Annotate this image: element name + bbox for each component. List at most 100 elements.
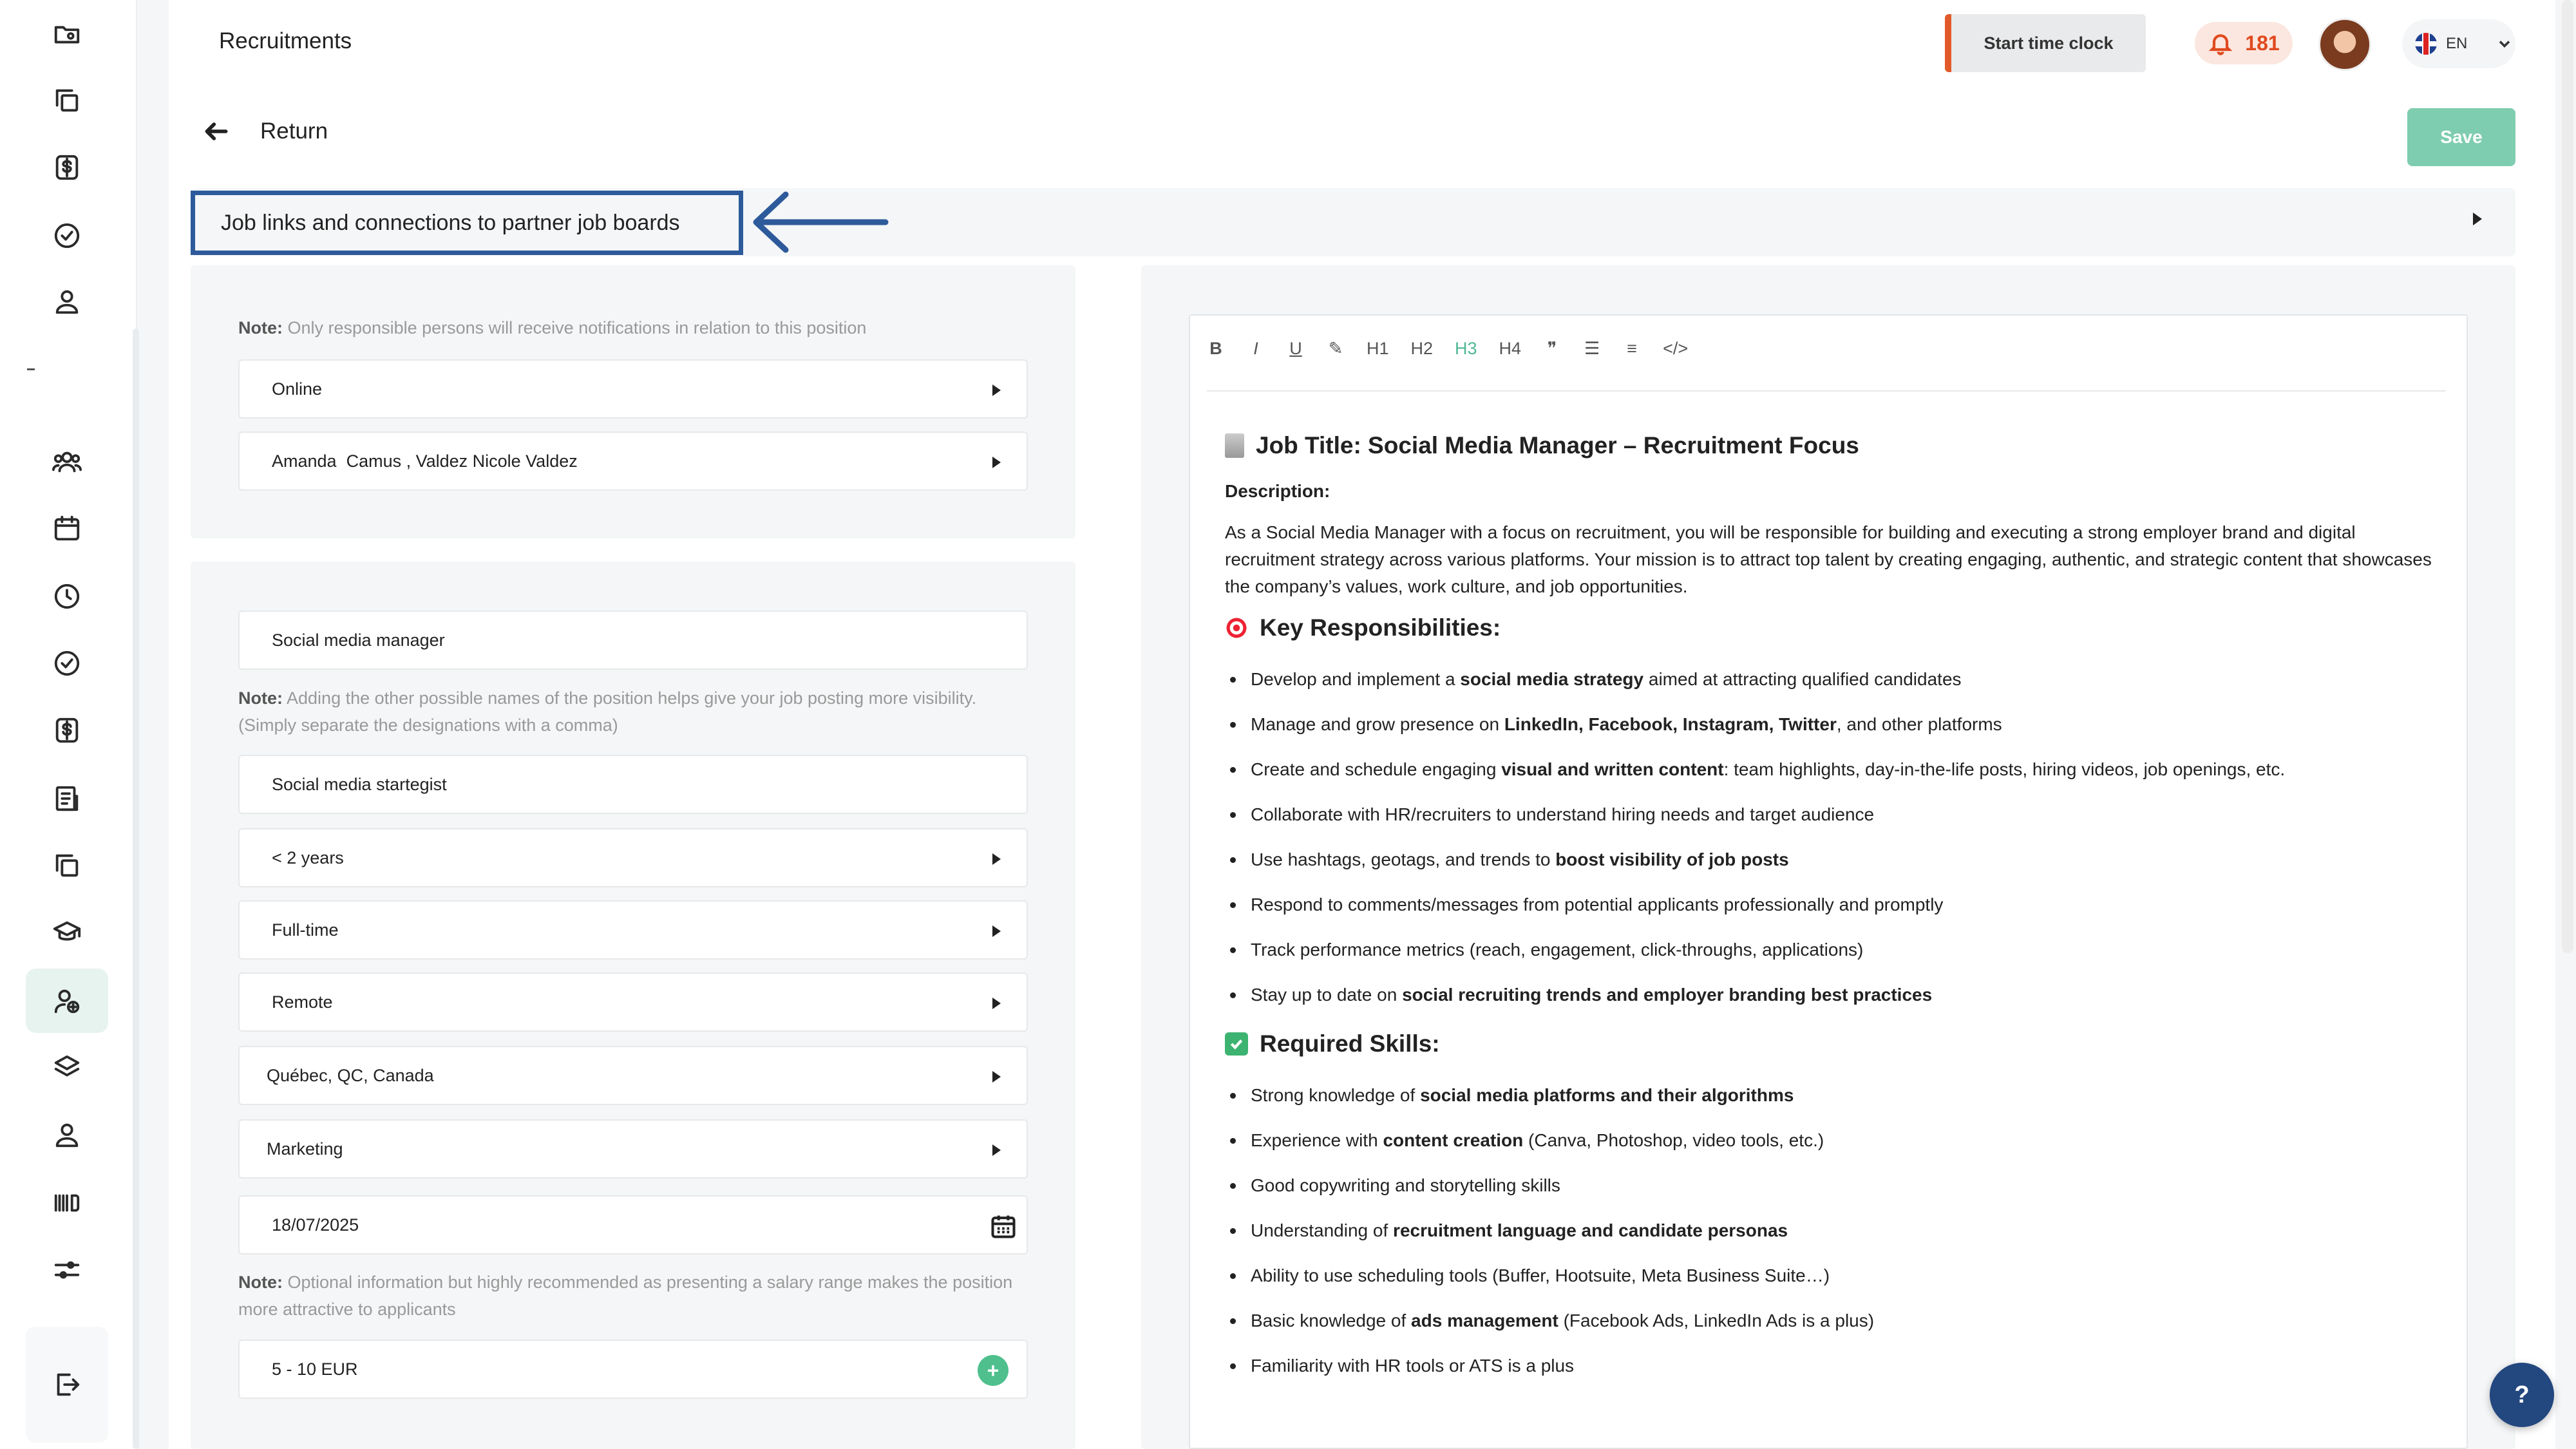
- check-circle-icon: [54, 223, 80, 249]
- toolbar-divider: [1207, 390, 2446, 392]
- department-select[interactable]: Marketing: [238, 1119, 1028, 1179]
- description-label: Description:: [1225, 481, 1331, 501]
- toolbar-h3-button[interactable]: H3: [1455, 339, 1477, 359]
- sidebar-item-expenses[interactable]: [26, 698, 108, 762]
- sidebar-item-payments[interactable]: [26, 135, 108, 200]
- skill-item: Ability to use scheduling tools (Buffer,…: [1225, 1253, 2436, 1298]
- caret-right-icon: [992, 925, 1001, 937]
- toolbar-underline-button[interactable]: U: [1287, 339, 1305, 359]
- caret-right-icon: [992, 998, 1001, 1009]
- sidebar-item-inventory[interactable]: [26, 1171, 108, 1235]
- sidebar-item-tasks[interactable]: [26, 204, 108, 268]
- sidebar-divider: [27, 368, 35, 370]
- sliders-icon: [54, 1261, 80, 1279]
- return-link[interactable]: Return: [202, 117, 328, 146]
- add-salary-icon[interactable]: +: [978, 1355, 1009, 1386]
- toolbar-italic-button[interactable]: I: [1247, 339, 1265, 359]
- experience-select[interactable]: < 2 years: [238, 828, 1028, 887]
- return-label: Return: [260, 118, 328, 144]
- page-scrollbar[interactable]: [2562, 0, 2573, 953]
- caret-right-icon[interactable]: [2473, 213, 2482, 225]
- skills-heading-text: Required Skills:: [1260, 1030, 1440, 1057]
- avatar[interactable]: [2318, 18, 2371, 71]
- caret-right-icon: [992, 457, 1001, 468]
- calendar-icon[interactable]: [989, 1212, 1018, 1240]
- skill-item: Strong knowledge of social media platfor…: [1225, 1073, 2436, 1118]
- location-select[interactable]: Québec, QC, Canada: [238, 1046, 1028, 1105]
- save-button[interactable]: Save: [2407, 108, 2515, 166]
- sidebar-item-files[interactable]: [26, 833, 108, 898]
- notifications-button[interactable]: 181: [2195, 22, 2293, 64]
- date-value: 18/07/2025: [272, 1215, 359, 1235]
- editor-toolbar: B I U ✎ H1 H2 H3 H4 ❞ ☰ ≡ </>: [1207, 339, 1688, 359]
- toolbar-highlight-button[interactable]: ✎: [1327, 339, 1345, 359]
- logout-icon: [57, 1373, 80, 1396]
- toolbar-ordered-list-button[interactable]: ≡: [1623, 339, 1641, 359]
- sidebar-item-layers[interactable]: [26, 1036, 108, 1100]
- document-emoji-icon: [1225, 433, 1244, 458]
- caret-right-icon: [992, 1144, 1001, 1156]
- responsibility-item: Track performance metrics (reach, engage…: [1225, 927, 2436, 972]
- skill-item: Basic knowledge of ads management (Faceb…: [1225, 1298, 2436, 1343]
- skill-item: Good copywriting and storytelling skills: [1225, 1163, 2436, 1208]
- caret-right-icon: [992, 384, 1001, 396]
- uk-flag-icon: [2415, 33, 2437, 55]
- responsible-value: Amanda Camus , Valdez Nicole Valdez: [272, 451, 578, 471]
- calendar-icon: [54, 515, 80, 541]
- sidebar-item-team[interactable]: [26, 429, 108, 493]
- responsibilities-heading-text: Key Responsibilities:: [1260, 614, 1501, 641]
- sidebar-item-users[interactable]: [26, 1103, 108, 1167]
- sidebar-item-folder[interactable]: [26, 1, 108, 66]
- department-value: Marketing: [267, 1139, 343, 1159]
- job-title-text: Job Title: Social Media Manager – Recrui…: [1256, 432, 1859, 459]
- copy-icon: [55, 854, 79, 877]
- job-description-content[interactable]: Job Title: Social Media Manager – Recrui…: [1225, 425, 2436, 1388]
- toolbar-h1-button[interactable]: H1: [1367, 339, 1389, 359]
- sidebar-item-settings[interactable]: [26, 1238, 108, 1302]
- sidebar-item-calendar[interactable]: [26, 496, 108, 560]
- caret-right-icon: [992, 1071, 1001, 1083]
- skill-item: Understanding of recruitment language an…: [1225, 1208, 2436, 1253]
- logout-button[interactable]: [26, 1327, 108, 1443]
- toolbar-h4-button[interactable]: H4: [1499, 339, 1522, 359]
- sidebar-item-copy[interactable]: [26, 68, 108, 133]
- help-button[interactable]: ?: [2490, 1363, 2554, 1427]
- work-mode-value: Remote: [272, 992, 333, 1012]
- bell-icon: [2208, 34, 2233, 55]
- skill-item: Familiarity with HR tools or ATS is a pl…: [1225, 1343, 2436, 1388]
- alt-names-input[interactable]: Social media startegist: [238, 755, 1028, 814]
- sidebar-item-approvals[interactable]: [26, 631, 108, 696]
- alt-names-value: Social media startegist: [272, 774, 447, 794]
- location-value: Québec, QC, Canada: [267, 1065, 434, 1085]
- skills-list: Strong knowledge of social media platfor…: [1225, 1073, 2436, 1388]
- language-selector[interactable]: EN: [2402, 19, 2515, 68]
- status-select[interactable]: Online: [238, 359, 1028, 419]
- sidebar-item-training[interactable]: [26, 900, 108, 965]
- responsibilities-list: Develop and implement a social media str…: [1225, 657, 2436, 1018]
- start-time-clock-button[interactable]: Start time clock: [1945, 14, 2146, 72]
- date-input[interactable]: 18/07/2025: [238, 1195, 1028, 1255]
- user-icon: [55, 1123, 79, 1148]
- page-title: Recruitments: [219, 28, 352, 53]
- toolbar-bold-button[interactable]: B: [1207, 339, 1225, 359]
- sidebar-scrollbar[interactable]: [133, 328, 139, 1449]
- layers-icon: [54, 1055, 80, 1077]
- toolbar-code-button[interactable]: </>: [1663, 339, 1688, 359]
- sidebar-item-documents[interactable]: [26, 766, 108, 831]
- language-code: EN: [2446, 35, 2468, 52]
- check-circle-icon: [54, 650, 80, 676]
- job-title-heading: Job Title: Social Media Manager – Recrui…: [1225, 425, 2436, 466]
- sidebar-item-time[interactable]: [26, 564, 108, 629]
- work-mode-select[interactable]: Remote: [238, 972, 1028, 1032]
- toolbar-quote-button[interactable]: ❞: [1543, 339, 1561, 359]
- toolbar-h2-button[interactable]: H2: [1411, 339, 1434, 359]
- responsible-select[interactable]: Amanda Camus , Valdez Nicole Valdez: [238, 431, 1028, 491]
- salary-input[interactable]: 5 - 10 EUR +: [238, 1340, 1028, 1399]
- position-name-input[interactable]: Social media manager: [238, 611, 1028, 670]
- responsibility-item: Manage and grow presence on LinkedIn, Fa…: [1225, 702, 2436, 747]
- toolbar-bullet-list-button[interactable]: ☰: [1583, 339, 1601, 359]
- sidebar-item-profile[interactable]: [26, 269, 108, 334]
- contract-type-select[interactable]: Full-time: [238, 900, 1028, 960]
- arrow-left-icon: [205, 122, 228, 140]
- sidebar-item-recruitments[interactable]: [26, 969, 108, 1033]
